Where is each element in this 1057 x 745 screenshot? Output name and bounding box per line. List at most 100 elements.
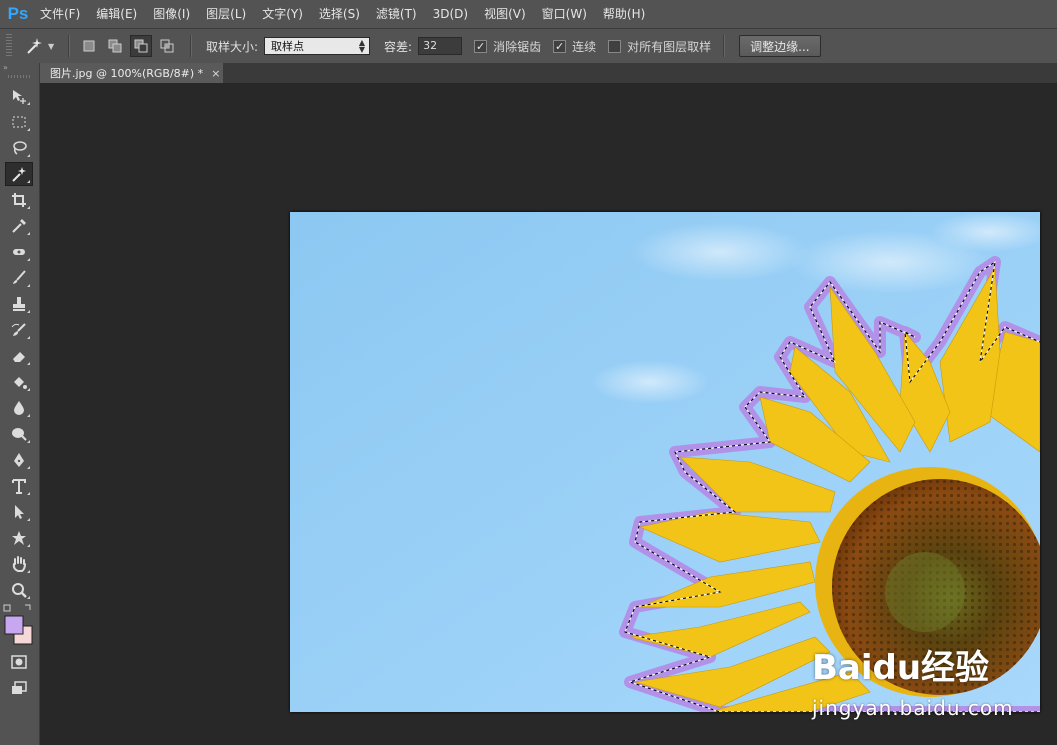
menu-image[interactable]: 图像(I): [145, 0, 198, 28]
menu-type[interactable]: 文字(Y): [254, 0, 311, 28]
magic-wand-icon: [12, 167, 26, 182]
stamp-icon: [13, 297, 25, 311]
blur-drop-icon: [14, 401, 24, 415]
menu-help[interactable]: 帮助(H): [595, 0, 653, 28]
document-canvas-image[interactable]: [290, 212, 1040, 712]
path-selection-icon: [15, 505, 24, 519]
menu-file[interactable]: 文件(F): [32, 0, 88, 28]
options-bar: ▼ 取样大小: 取样点 ▲ ▼ 容差: 32 ✓ 消除锯齿 ✓ 连续 对所有图层取…: [0, 28, 1057, 63]
document-tab[interactable]: 图片.jpg @ 100%(RGB/8#) * ×: [40, 63, 223, 83]
sample-size-value: 取样点: [271, 40, 305, 53]
type-icon: [12, 479, 26, 494]
eyedropper-icon: [12, 219, 26, 233]
move-icon: [13, 90, 26, 104]
subtract-selection-icon: [134, 39, 148, 53]
pen-icon: [14, 453, 24, 467]
menu-view[interactable]: 视图(V): [476, 0, 534, 28]
menu-layer[interactable]: 图层(L): [198, 0, 254, 28]
new-selection-icon: [83, 40, 95, 52]
zoom-icon: [12, 583, 27, 598]
foreground-color-swatch: [4, 615, 24, 635]
divider: [723, 35, 726, 57]
hand-icon: [12, 556, 26, 572]
checkbox-empty-icon: [608, 39, 622, 53]
marquee-icon: [12, 116, 26, 128]
pen-tool[interactable]: [5, 448, 33, 472]
select-arrows-icon: ▲ ▼: [358, 38, 366, 54]
tolerance-input[interactable]: 32: [418, 37, 463, 55]
brush-icon: [13, 270, 26, 284]
screen-mode-button[interactable]: [5, 676, 33, 700]
tool-preset-picker[interactable]: ▼: [24, 36, 60, 56]
quick-mask-button[interactable]: [5, 650, 33, 674]
zoom-tool[interactable]: [5, 578, 33, 602]
eraser-icon: [13, 352, 25, 362]
tools-panel: »: [0, 63, 40, 745]
new-selection-button[interactable]: [78, 35, 100, 57]
add-to-selection-button[interactable]: [104, 35, 126, 57]
sample-size-select[interactable]: 取样点 ▲ ▼: [264, 37, 371, 55]
checkmark-icon: ✓: [553, 39, 567, 53]
document-title: 图片.jpg @ 100%(RGB/8#) *: [50, 67, 204, 80]
lasso-tool[interactable]: [5, 136, 33, 160]
healing-brush-icon: [13, 249, 25, 255]
custom-shape-tool[interactable]: [5, 526, 33, 550]
swap-colors-icon: [25, 604, 31, 610]
move-tool[interactable]: [5, 84, 33, 108]
menu-filter[interactable]: 滤镜(T): [368, 0, 425, 28]
path-selection-tool[interactable]: [5, 500, 33, 524]
contiguous-label: 连续: [572, 39, 597, 54]
clone-stamp-tool[interactable]: [5, 292, 33, 316]
divider: [68, 35, 70, 57]
eyedropper-tool[interactable]: [5, 214, 33, 238]
anti-alias-checkbox[interactable]: ✓ 消除锯齿: [474, 38, 541, 55]
sunflower-image: [290, 212, 1040, 712]
dodge-tool[interactable]: [5, 422, 33, 446]
add-selection-icon: [108, 39, 122, 53]
options-bar-grip[interactable]: [6, 34, 12, 58]
default-colors-icon: [3, 604, 11, 612]
tolerance-label: 容差:: [384, 39, 413, 54]
crop-tool[interactable]: [5, 188, 33, 212]
rectangular-marquee-tool[interactable]: [5, 110, 33, 134]
collapse-icon[interactable]: »: [0, 63, 39, 73]
contiguous-checkbox[interactable]: ✓ 连续: [553, 38, 596, 55]
history-brush-tool[interactable]: [5, 318, 33, 342]
eraser-tool[interactable]: [5, 344, 33, 368]
history-brush-icon: [11, 323, 26, 336]
panel-grip[interactable]: [8, 75, 31, 78]
magic-wand-tool[interactable]: [5, 162, 33, 186]
paint-bucket-icon: [14, 377, 27, 389]
color-swatches: [0, 602, 39, 648]
brush-tool[interactable]: [5, 266, 33, 290]
blur-tool[interactable]: [5, 396, 33, 420]
spot-healing-tool[interactable]: [5, 240, 33, 264]
dodge-icon: [12, 428, 27, 441]
screen-mode-icon: [12, 681, 27, 694]
paint-bucket-tool[interactable]: [5, 370, 33, 394]
color-swatch-graphic: [3, 604, 33, 645]
document-tab-bar: 图片.jpg @ 100%(RGB/8#) * ×: [40, 63, 1057, 83]
checkmark-icon: ✓: [474, 39, 488, 53]
intersect-selection-icon: [160, 39, 174, 53]
lasso-icon: [13, 141, 27, 155]
menu-window[interactable]: 窗口(W): [534, 0, 595, 28]
intersect-selection-button[interactable]: [156, 35, 178, 57]
menu-3d[interactable]: 3D(D): [425, 0, 476, 28]
sample-all-layers-checkbox[interactable]: 对所有图层取样: [608, 38, 711, 55]
type-tool[interactable]: [5, 474, 33, 498]
chevron-down-icon: ▼: [48, 41, 55, 51]
quick-mask-icon: [11, 655, 27, 669]
sample-all-layers-label: 对所有图层取样: [627, 39, 712, 54]
photoshop-logo: Ps: [7, 4, 29, 23]
subtract-from-selection-button[interactable]: [130, 35, 152, 57]
hand-tool[interactable]: [5, 552, 33, 576]
menu-select[interactable]: 选择(S): [311, 0, 368, 28]
sample-size-label: 取样大小:: [206, 39, 259, 54]
refine-edge-button[interactable]: 调整边缘...: [739, 35, 821, 57]
magic-wand-icon: [27, 38, 42, 54]
menu-bar: Ps 文件(F) 编辑(E) 图像(I) 图层(L) 文字(Y) 选择(S) 滤…: [0, 0, 1057, 28]
close-icon[interactable]: ×: [211, 67, 220, 80]
custom-shape-icon: [12, 531, 26, 545]
menu-edit[interactable]: 编辑(E): [88, 0, 145, 28]
